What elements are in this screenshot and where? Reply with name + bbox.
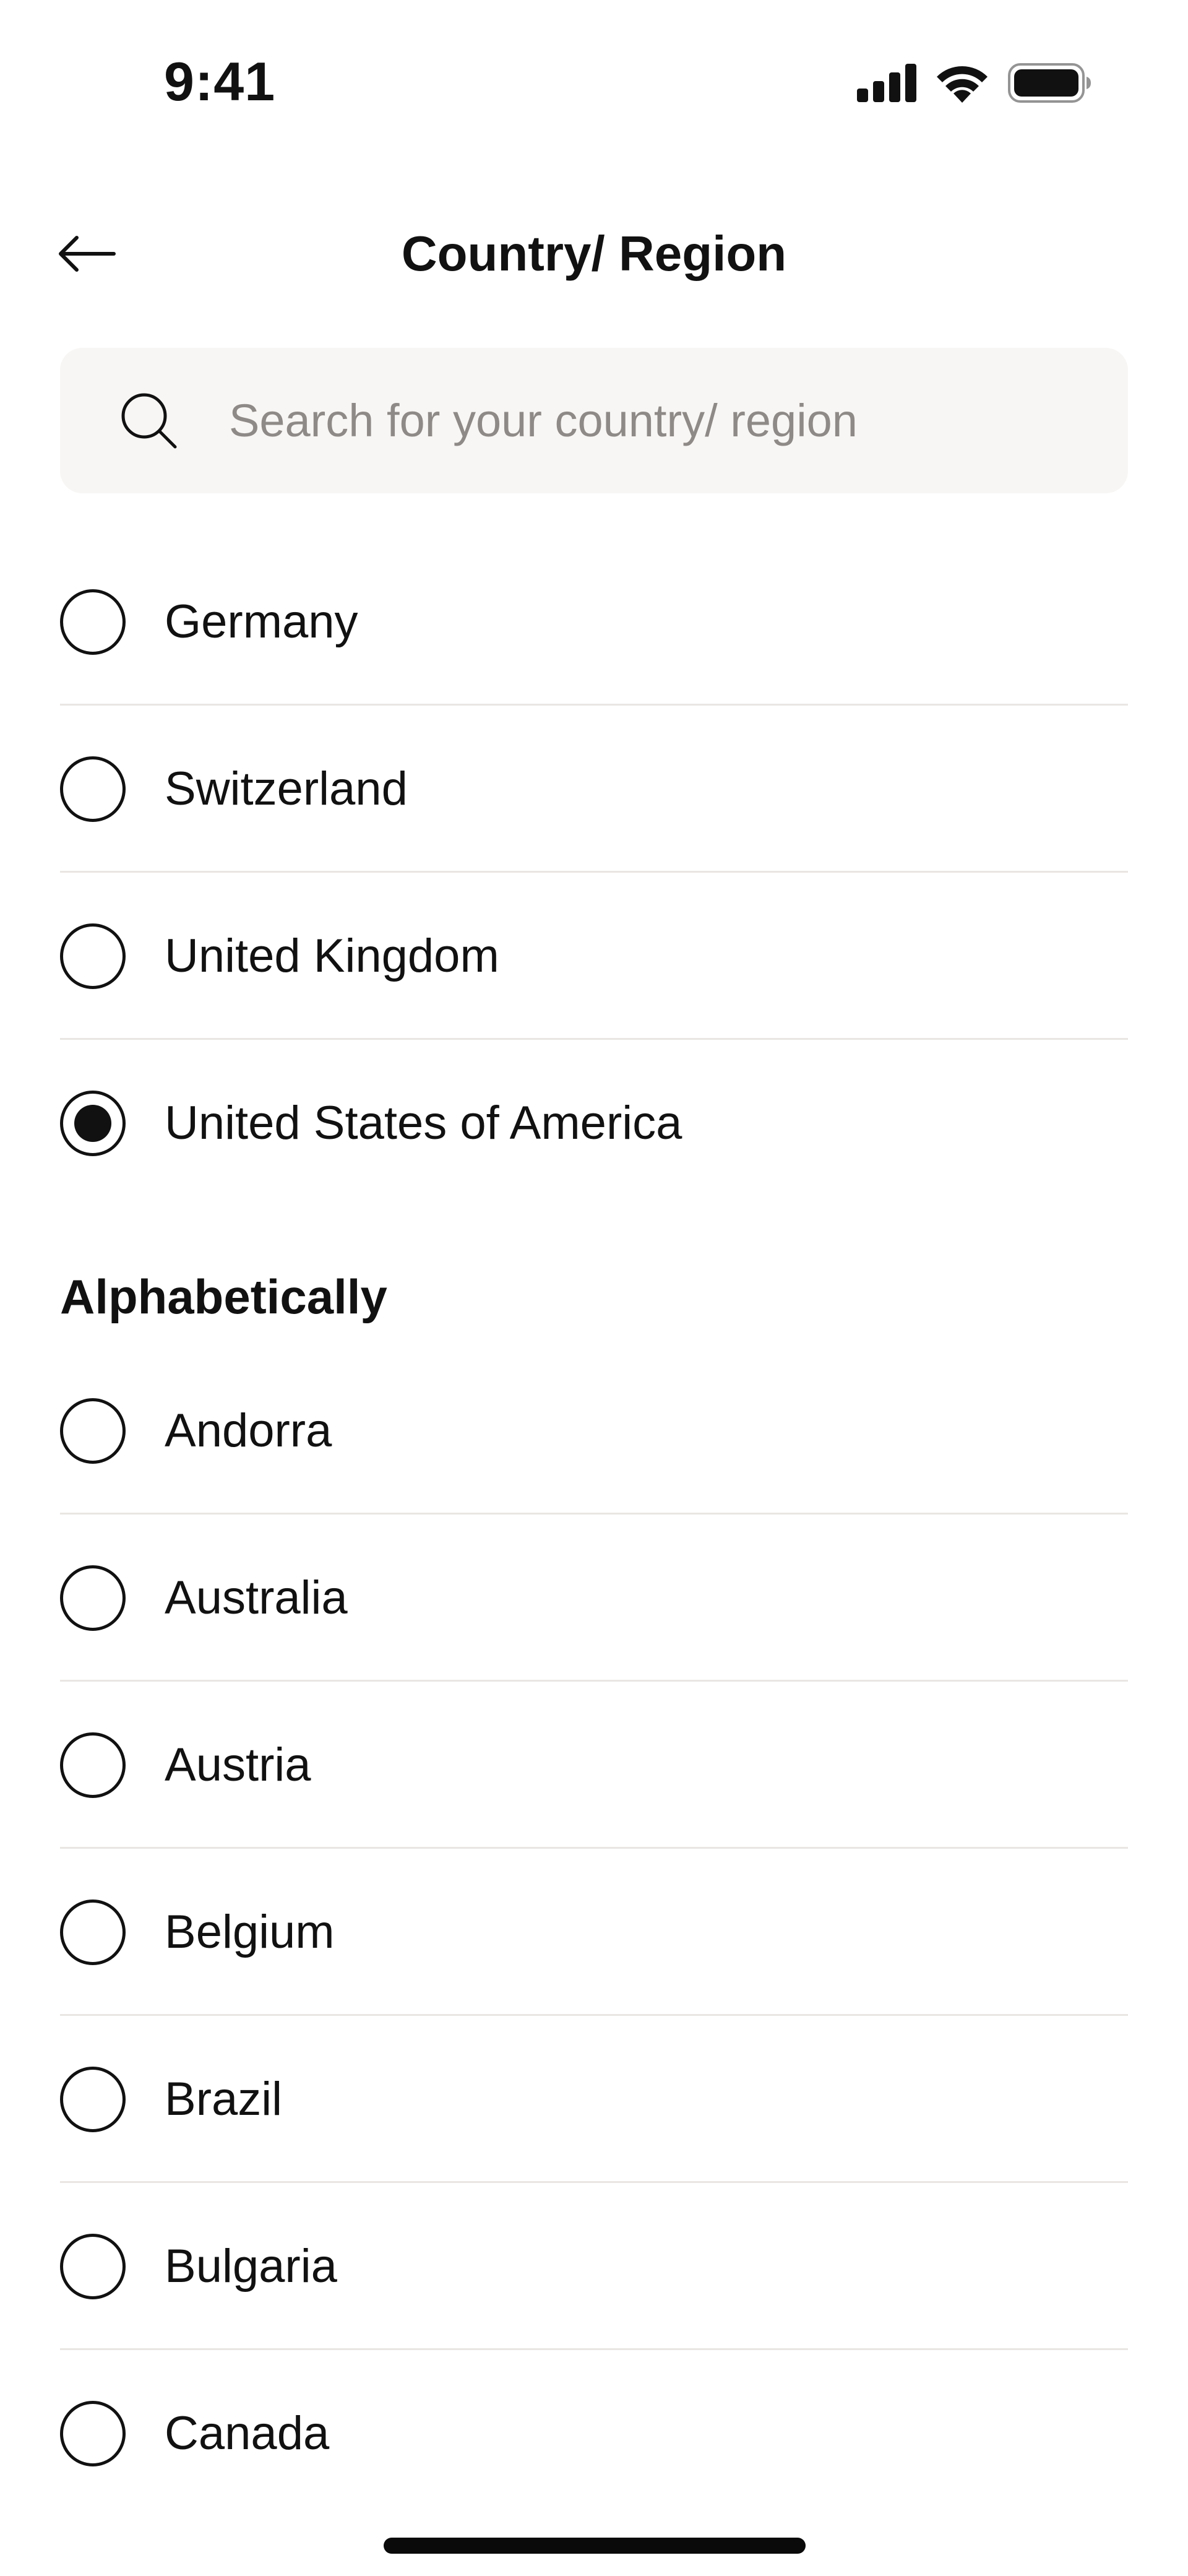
country-label: United Kingdom: [165, 930, 499, 982]
radio-button[interactable]: [60, 1732, 126, 1798]
country-option-austria[interactable]: Austria: [60, 1682, 1128, 1849]
battery-icon: [1008, 63, 1091, 103]
country-option-united-states[interactable]: United States of America: [60, 1040, 1128, 1207]
status-bar: 9:41: [0, 0, 1188, 155]
status-icons: [857, 63, 1092, 103]
country-label: Bulgaria: [165, 2240, 337, 2293]
radio-button[interactable]: [60, 1565, 126, 1631]
cellular-signal-icon: [857, 64, 916, 102]
alphabetical-country-list: Andorra Australia Austria Belgium Brazil…: [60, 1347, 1128, 2517]
country-label: Canada: [165, 2407, 330, 2460]
country-option-brazil[interactable]: Brazil: [60, 2016, 1128, 2183]
country-label: Brazil: [165, 2073, 283, 2125]
search-input[interactable]: Search for your country/ region: [60, 348, 1128, 493]
country-option-australia[interactable]: Australia: [60, 1515, 1128, 1682]
page-title: Country/ Region: [401, 226, 787, 281]
radio-button[interactable]: [60, 2067, 126, 2132]
radio-button[interactable]: [60, 1900, 126, 1965]
country-label: United States of America: [165, 1097, 682, 1149]
country-label: Belgium: [165, 1906, 335, 1958]
radio-button[interactable]: [60, 923, 126, 989]
country-label: Switzerland: [165, 763, 408, 815]
country-option-canada[interactable]: Canada: [60, 2350, 1128, 2517]
country-option-bulgaria[interactable]: Bulgaria: [60, 2183, 1128, 2350]
country-label: Austria: [165, 1739, 311, 1791]
radio-button[interactable]: [60, 2401, 126, 2466]
country-option-united-kingdom[interactable]: United Kingdom: [60, 873, 1128, 1040]
country-label: Andorra: [165, 1404, 332, 1457]
section-heading-alphabetically: Alphabetically: [60, 1269, 387, 1324]
country-option-belgium[interactable]: Belgium: [60, 1849, 1128, 2016]
search-placeholder: Search for your country/ region: [229, 395, 858, 446]
radio-selected-dot: [74, 1105, 111, 1142]
country-label: Australia: [165, 1571, 348, 1624]
radio-button[interactable]: [60, 756, 126, 822]
home-indicator: [384, 2538, 806, 2554]
radio-button[interactable]: [60, 2234, 126, 2299]
radio-button-selected[interactable]: [60, 1091, 126, 1156]
radio-button[interactable]: [60, 589, 126, 655]
radio-button[interactable]: [60, 1398, 126, 1464]
navigation-bar: Country/ Region: [0, 204, 1188, 297]
country-option-andorra[interactable]: Andorra: [60, 1347, 1128, 1515]
wifi-icon: [937, 66, 988, 103]
country-option-switzerland[interactable]: Switzerland: [60, 706, 1128, 873]
search-icon: [121, 393, 177, 449]
country-option-germany[interactable]: Germany: [60, 538, 1128, 706]
status-time: 9:41: [164, 51, 276, 112]
country-label: Germany: [165, 595, 358, 648]
suggested-country-list: Germany Switzerland United Kingdom Unite…: [60, 538, 1128, 1207]
